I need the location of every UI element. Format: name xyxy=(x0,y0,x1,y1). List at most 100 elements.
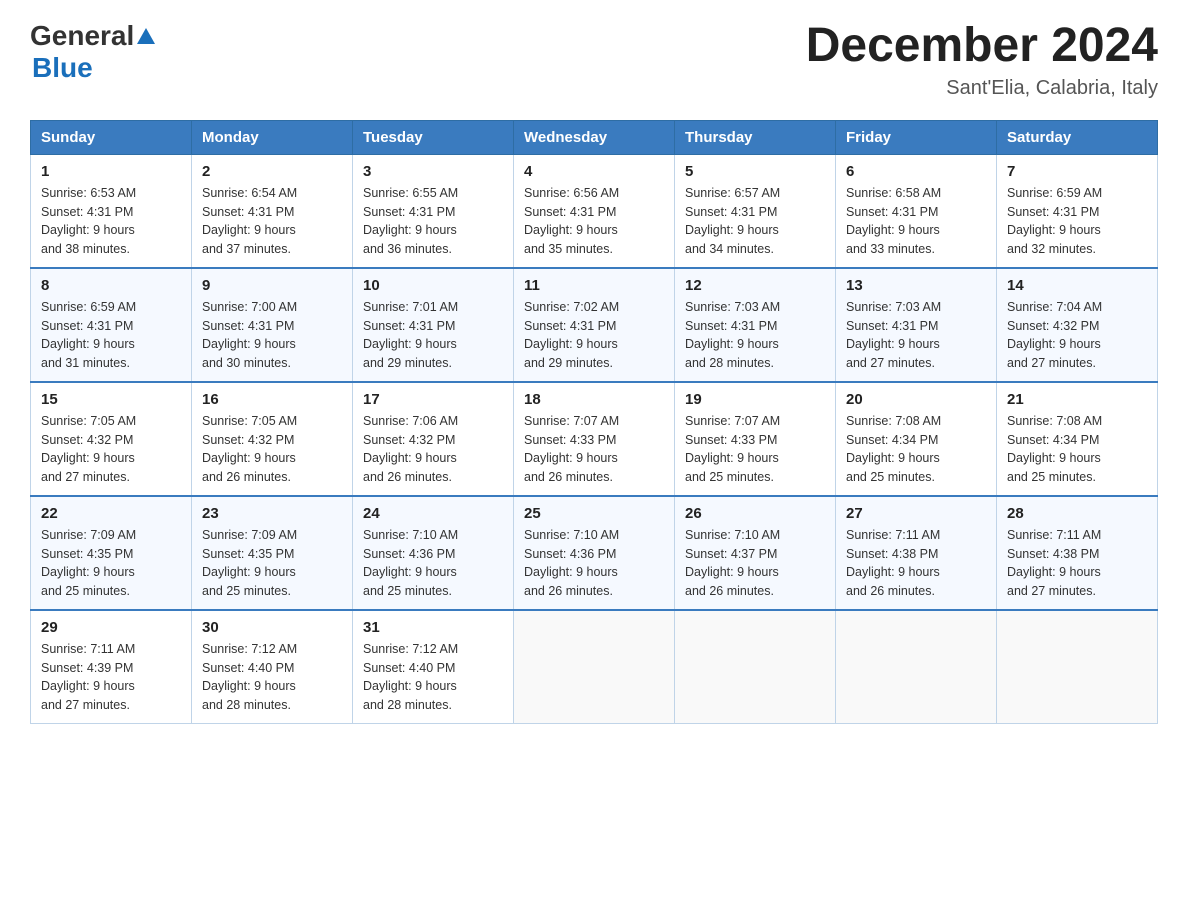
day-number: 3 xyxy=(363,163,503,180)
day-number: 13 xyxy=(846,277,986,294)
day-info: Sunrise: 6:53 AMSunset: 4:31 PMDaylight:… xyxy=(41,184,181,259)
day-info: Sunrise: 7:12 AMSunset: 4:40 PMDaylight:… xyxy=(363,640,503,715)
calendar-table: Sunday Monday Tuesday Wednesday Thursday… xyxy=(30,120,1158,724)
day-number: 7 xyxy=(1007,163,1147,180)
table-row: 24 Sunrise: 7:10 AMSunset: 4:36 PMDayligh… xyxy=(353,496,514,610)
table-row xyxy=(997,610,1158,724)
page-header: General Blue December 2024 Sant'Elia, Ca… xyxy=(30,20,1158,100)
table-row: 27 Sunrise: 7:11 AMSunset: 4:38 PMDayligh… xyxy=(836,496,997,610)
calendar-week-5: 29 Sunrise: 7:11 AMSunset: 4:39 PMDayligh… xyxy=(31,610,1158,724)
day-number: 30 xyxy=(202,619,342,636)
day-number: 16 xyxy=(202,391,342,408)
day-number: 5 xyxy=(685,163,825,180)
day-number: 9 xyxy=(202,277,342,294)
header-friday: Friday xyxy=(836,120,997,154)
day-info: Sunrise: 7:10 AMSunset: 4:36 PMDaylight:… xyxy=(524,526,664,601)
table-row: 4 Sunrise: 6:56 AMSunset: 4:31 PMDaylight… xyxy=(514,154,675,268)
location-subtitle: Sant'Elia, Calabria, Italy xyxy=(806,77,1158,100)
table-row: 6Sunrise: 6:58 AMSunset: 4:31 PMDaylight… xyxy=(836,154,997,268)
day-info: Sunrise: 7:00 AMSunset: 4:31 PMDaylight:… xyxy=(202,298,342,373)
day-number: 4 xyxy=(524,163,664,180)
day-info: Sunrise: 7:10 AMSunset: 4:37 PMDaylight:… xyxy=(685,526,825,601)
logo-general-text: General xyxy=(30,20,134,52)
table-row: 18 Sunrise: 7:07 AMSunset: 4:33 PMDayligh… xyxy=(514,382,675,496)
table-row: 10 Sunrise: 7:01 AMSunset: 4:31 PMDayligh… xyxy=(353,268,514,382)
day-info: Sunrise: 7:07 AMSunset: 4:33 PMDaylight:… xyxy=(685,412,825,487)
day-info: Sunrise: 7:03 AMSunset: 4:31 PMDaylight:… xyxy=(846,298,986,373)
day-number: 25 xyxy=(524,505,664,522)
table-row: 2Sunrise: 6:54 AMSunset: 4:31 PMDaylight… xyxy=(192,154,353,268)
table-row: 22Sunrise: 7:09 AMSunset: 4:35 PMDayligh… xyxy=(31,496,192,610)
day-info: Sunrise: 7:02 AMSunset: 4:31 PMDaylight:… xyxy=(524,298,664,373)
day-info: Sunrise: 7:10 AMSunset: 4:36 PMDaylight:… xyxy=(363,526,503,601)
table-row: 14Sunrise: 7:04 AMSunset: 4:32 PMDayligh… xyxy=(997,268,1158,382)
day-info: Sunrise: 6:59 AMSunset: 4:31 PMDaylight:… xyxy=(1007,184,1147,259)
table-row: 1 Sunrise: 6:53 AMSunset: 4:31 PMDaylight… xyxy=(31,154,192,268)
day-number: 1 xyxy=(41,163,181,180)
calendar-week-3: 15 Sunrise: 7:05 AMSunset: 4:32 PMDayligh… xyxy=(31,382,1158,496)
day-number: 8 xyxy=(41,277,181,294)
header-thursday: Thursday xyxy=(675,120,836,154)
table-row xyxy=(836,610,997,724)
table-row: 16Sunrise: 7:05 AMSunset: 4:32 PMDayligh… xyxy=(192,382,353,496)
day-number: 27 xyxy=(846,505,986,522)
table-row: 28 Sunrise: 7:11 AMSunset: 4:38 PMDayligh… xyxy=(997,496,1158,610)
day-info: Sunrise: 7:11 AMSunset: 4:38 PMDaylight:… xyxy=(846,526,986,601)
table-row: 29 Sunrise: 7:11 AMSunset: 4:39 PMDayligh… xyxy=(31,610,192,724)
day-info: Sunrise: 7:06 AMSunset: 4:32 PMDaylight:… xyxy=(363,412,503,487)
table-row: 11 Sunrise: 7:02 AMSunset: 4:31 PMDayligh… xyxy=(514,268,675,382)
day-number: 11 xyxy=(524,277,664,294)
table-row: 7 Sunrise: 6:59 AMSunset: 4:31 PMDaylight… xyxy=(997,154,1158,268)
logo-triangle-icon xyxy=(137,28,155,44)
table-row: 15 Sunrise: 7:05 AMSunset: 4:32 PMDayligh… xyxy=(31,382,192,496)
calendar-week-1: 1 Sunrise: 6:53 AMSunset: 4:31 PMDaylight… xyxy=(31,154,1158,268)
day-number: 23 xyxy=(202,505,342,522)
day-number: 29 xyxy=(41,619,181,636)
day-number: 17 xyxy=(363,391,503,408)
header-wednesday: Wednesday xyxy=(514,120,675,154)
day-info: Sunrise: 6:57 AMSunset: 4:31 PMDaylight:… xyxy=(685,184,825,259)
day-number: 26 xyxy=(685,505,825,522)
day-info: Sunrise: 6:54 AMSunset: 4:31 PMDaylight:… xyxy=(202,184,342,259)
day-number: 20 xyxy=(846,391,986,408)
day-info: Sunrise: 7:03 AMSunset: 4:31 PMDaylight:… xyxy=(685,298,825,373)
day-number: 14 xyxy=(1007,277,1147,294)
logo: General Blue xyxy=(30,20,155,84)
day-number: 6 xyxy=(846,163,986,180)
day-info: Sunrise: 7:08 AMSunset: 4:34 PMDaylight:… xyxy=(1007,412,1147,487)
logo-blue-text: Blue xyxy=(32,52,93,84)
day-info: Sunrise: 7:07 AMSunset: 4:33 PMDaylight:… xyxy=(524,412,664,487)
day-number: 28 xyxy=(1007,505,1147,522)
day-number: 22 xyxy=(41,505,181,522)
day-number: 24 xyxy=(363,505,503,522)
table-row: 8 Sunrise: 6:59 AMSunset: 4:31 PMDaylight… xyxy=(31,268,192,382)
table-row: 30Sunrise: 7:12 AMSunset: 4:40 PMDayligh… xyxy=(192,610,353,724)
day-info: Sunrise: 7:05 AMSunset: 4:32 PMDaylight:… xyxy=(41,412,181,487)
day-number: 31 xyxy=(363,619,503,636)
day-number: 12 xyxy=(685,277,825,294)
day-info: Sunrise: 7:11 AMSunset: 4:39 PMDaylight:… xyxy=(41,640,181,715)
table-row: 5 Sunrise: 6:57 AMSunset: 4:31 PMDaylight… xyxy=(675,154,836,268)
header-saturday: Saturday xyxy=(997,120,1158,154)
header-tuesday: Tuesday xyxy=(353,120,514,154)
day-number: 10 xyxy=(363,277,503,294)
day-info: Sunrise: 7:01 AMSunset: 4:31 PMDaylight:… xyxy=(363,298,503,373)
table-row: 3Sunrise: 6:55 AMSunset: 4:31 PMDaylight… xyxy=(353,154,514,268)
day-number: 15 xyxy=(41,391,181,408)
days-header-row: Sunday Monday Tuesday Wednesday Thursday… xyxy=(31,120,1158,154)
table-row xyxy=(675,610,836,724)
day-info: Sunrise: 6:59 AMSunset: 4:31 PMDaylight:… xyxy=(41,298,181,373)
table-row: 12 Sunrise: 7:03 AMSunset: 4:31 PMDayligh… xyxy=(675,268,836,382)
table-row: 13 Sunrise: 7:03 AMSunset: 4:31 PMDayligh… xyxy=(836,268,997,382)
month-title: December 2024 xyxy=(806,20,1158,73)
day-info: Sunrise: 7:11 AMSunset: 4:38 PMDaylight:… xyxy=(1007,526,1147,601)
day-number: 21 xyxy=(1007,391,1147,408)
day-info: Sunrise: 6:56 AMSunset: 4:31 PMDaylight:… xyxy=(524,184,664,259)
table-row: 17 Sunrise: 7:06 AMSunset: 4:32 PMDayligh… xyxy=(353,382,514,496)
day-info: Sunrise: 7:09 AMSunset: 4:35 PMDaylight:… xyxy=(202,526,342,601)
day-info: Sunrise: 7:08 AMSunset: 4:34 PMDaylight:… xyxy=(846,412,986,487)
table-row: 19 Sunrise: 7:07 AMSunset: 4:33 PMDayligh… xyxy=(675,382,836,496)
day-number: 19 xyxy=(685,391,825,408)
table-row: 20 Sunrise: 7:08 AMSunset: 4:34 PMDayligh… xyxy=(836,382,997,496)
day-number: 18 xyxy=(524,391,664,408)
